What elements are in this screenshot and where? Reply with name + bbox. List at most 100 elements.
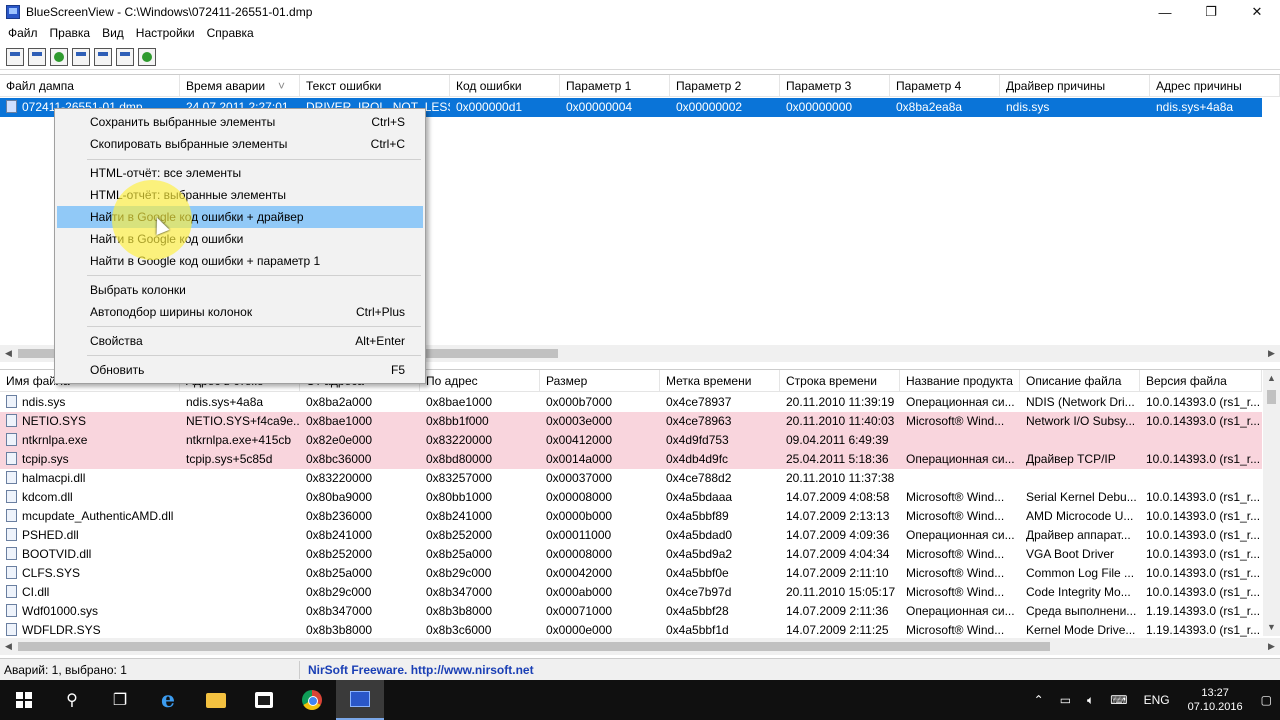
lower-horizontal-scrollbar[interactable]: ◀ ▶ — [0, 638, 1280, 655]
column-to-address[interactable]: По адрес — [420, 370, 540, 392]
column-crash-time[interactable]: Время аварии ˅ — [180, 75, 300, 97]
task-view-icon[interactable]: ❐ — [96, 680, 144, 720]
cell-timestamp: 0x4a5bbf89 — [666, 509, 729, 523]
column-parameter-1[interactable]: Параметр 1 — [560, 75, 670, 97]
file-explorer-icon[interactable] — [192, 680, 240, 720]
language-indicator[interactable]: ENG — [1136, 693, 1178, 707]
maximize-button[interactable]: ❐ — [1188, 0, 1234, 24]
crash-list-header: Файл дампа Время аварии ˅ Текст ошибки Ко… — [0, 75, 1280, 97]
copy-icon[interactable] — [72, 47, 90, 66]
search-icon[interactable]: ⚲ — [48, 680, 96, 720]
cell-timestamp: 0x4d9fd753 — [666, 433, 729, 447]
bluescreenview-taskbar-icon[interactable] — [336, 680, 384, 720]
driver-row[interactable]: ntkrnlpa.exe ntkrnlpa.exe+415cb 0x82e0e000… — [0, 431, 1262, 450]
menu-edit[interactable]: Правка — [44, 26, 97, 40]
menu-help[interactable]: Справка — [201, 26, 260, 40]
driver-row[interactable]: CI.dll 0x8b29c000 0x8b347000 0x000ab000 0x4c… — [0, 583, 1262, 602]
column-file-version[interactable]: Версия файла — [1140, 370, 1262, 392]
cell-time-string: 09.04.2011 6:49:39 — [786, 433, 889, 447]
driver-row[interactable]: PSHED.dll 0x8b241000 0x8b252000 0x00011000 0… — [0, 526, 1262, 545]
menu-item-google-code-param1[interactable]: Найти в Google код ошибки + параметр 1 — [57, 250, 423, 272]
filename-text: ndis.sys — [22, 395, 66, 409]
volume-icon[interactable]: 🔈︎ — [1079, 693, 1102, 708]
properties-icon[interactable] — [6, 47, 24, 66]
menu-item-refresh[interactable]: Обновить F5 — [57, 359, 423, 381]
filename-text: BOOTVID.dll — [22, 547, 92, 561]
exit-icon[interactable] — [138, 47, 156, 66]
cell-from-address: 0x8b241000 — [306, 528, 373, 542]
driver-row[interactable]: CLFS.SYS 0x8b25a000 0x8b29c000 0x00042000 0x… — [0, 564, 1262, 583]
cell-to-address: 0x8b29c000 — [426, 566, 492, 580]
cell-file-version: 10.0.14393.0 (rs1_r... — [1146, 585, 1261, 599]
column-caused-by-address[interactable]: Адрес причины — [1150, 75, 1280, 97]
lower-vscroll-thumb[interactable] — [1267, 390, 1276, 404]
column-bug-check-code[interactable]: Код ошибки — [450, 75, 560, 97]
refresh-icon[interactable] — [50, 47, 68, 66]
column-bug-check-string[interactable]: Текст ошибки — [300, 75, 450, 97]
lower-scroll-thumb[interactable] — [18, 642, 1050, 651]
column-time-string[interactable]: Строка времени — [780, 370, 900, 392]
menu-item-auto-size-columns[interactable]: Автоподбор ширины колонок Ctrl+Plus — [57, 301, 423, 323]
scroll-left-icon[interactable]: ◀ — [0, 638, 17, 655]
menu-item-google-code[interactable]: Найти в Google код ошибки — [57, 228, 423, 250]
driver-row[interactable]: BOOTVID.dll 0x8b252000 0x8b25a000 0x0000800… — [0, 545, 1262, 564]
column-timestamp[interactable]: Метка времени — [660, 370, 780, 392]
menu-item-save-selected[interactable]: Сохранить выбранные элементы Ctrl+S — [57, 111, 423, 133]
driver-row[interactable]: kdcom.dll 0x80ba9000 0x80bb1000 0x00008000 0… — [0, 488, 1262, 507]
column-parameter-4[interactable]: Параметр 4 — [890, 75, 1000, 97]
menu-options[interactable]: Настройки — [130, 26, 201, 40]
column-file-description[interactable]: Описание файла — [1020, 370, 1140, 392]
scroll-down-icon[interactable]: ▼ — [1263, 619, 1280, 636]
column-product-name[interactable]: Название продукта — [900, 370, 1020, 392]
menu-file[interactable]: Файл — [2, 26, 44, 40]
driver-row[interactable]: NETIO.SYS NETIO.SYS+f4ca9e... 0x8bae1000 0x… — [0, 412, 1262, 431]
scroll-up-icon[interactable]: ▲ — [1263, 370, 1280, 387]
notifications-icon[interactable]: ▢ — [1253, 693, 1280, 707]
cell-file-version: 1.19.14393.0 (rs1_r... — [1146, 604, 1261, 618]
html-report-icon[interactable] — [94, 47, 112, 66]
start-button[interactable] — [0, 680, 48, 720]
close-button[interactable]: ✕ — [1234, 0, 1280, 24]
chrome-icon[interactable] — [288, 680, 336, 720]
menu-item-copy-selected[interactable]: Скопировать выбранные элементы Ctrl+C — [57, 133, 423, 155]
save-icon[interactable] — [28, 47, 46, 66]
cell-product-name: Операционная си... — [906, 604, 1015, 618]
menu-item-html-report-selected[interactable]: HTML-отчёт: выбранные элементы — [57, 184, 423, 206]
cell-file-version: 10.0.14393.0 (rs1_r... — [1146, 547, 1261, 561]
cell-address-in-stack: NETIO.SYS+f4ca9e... — [186, 414, 300, 428]
clock[interactable]: 13:27 07.10.2016 — [1178, 686, 1253, 714]
show-hidden-icons-icon[interactable]: ⌃ — [1026, 693, 1052, 707]
scroll-left-icon[interactable]: ◀ — [0, 345, 17, 362]
scroll-right-icon[interactable]: ▶ — [1263, 638, 1280, 655]
column-parameter-3[interactable]: Параметр 3 — [780, 75, 890, 97]
store-icon[interactable] — [240, 680, 288, 720]
cell-file-version: 10.0.14393.0 (rs1_r... — [1146, 452, 1261, 466]
column-dump-file[interactable]: Файл дампа — [0, 75, 180, 97]
driver-row[interactable]: ndis.sys ndis.sys+4a8a 0x8ba2a000 0x8bae100… — [0, 393, 1262, 412]
menu-item-properties[interactable]: Свойства Alt+Enter — [57, 330, 423, 352]
lower-vertical-scrollbar[interactable]: ▲ ▼ — [1263, 370, 1280, 636]
minimize-button[interactable]: — — [1142, 0, 1188, 24]
driver-row[interactable]: tcpip.sys tcpip.sys+5c85d 0x8bc36000 0x8bd8… — [0, 450, 1262, 469]
driver-row[interactable]: Wdf01000.sys 0x8b347000 0x8b3b8000 0x000710… — [0, 602, 1262, 621]
menu-view[interactable]: Вид — [96, 26, 130, 40]
menu-item-google-code-driver[interactable]: Найти в Google код ошибки + драйвер — [57, 206, 423, 228]
column-caused-by-driver[interactable]: Драйвер причины — [1000, 75, 1150, 97]
menu-item-html-report-all[interactable]: HTML-отчёт: все элементы — [57, 162, 423, 184]
edge-browser-icon[interactable]: e — [144, 680, 192, 720]
menu-item-choose-columns[interactable]: Выбрать колонки — [57, 279, 423, 301]
keyboard-icon[interactable]: ⌨ — [1102, 693, 1135, 707]
file-icon — [6, 509, 17, 522]
cell-time-string: 14.07.2009 2:11:36 — [786, 604, 889, 618]
scroll-right-icon[interactable]: ▶ — [1263, 345, 1280, 362]
nirsoft-link[interactable]: NirSoft Freeware. http://www.nirsoft.net — [300, 661, 534, 679]
cell-file-version: 10.0.14393.0 (rs1_r... — [1146, 414, 1261, 428]
find-icon[interactable] — [116, 47, 134, 66]
driver-row[interactable]: halmacpi.dll 0x83220000 0x83257000 0x000370… — [0, 469, 1262, 488]
column-parameter-2[interactable]: Параметр 2 — [670, 75, 780, 97]
cell-time-string: 20.11.2010 11:40:03 — [786, 414, 895, 428]
column-size[interactable]: Размер — [540, 370, 660, 392]
driver-row[interactable]: mcupdate_AuthenticAMD.dll 0x8b236000 0x8b2… — [0, 507, 1262, 526]
cell-from-address: 0x82e0e000 — [306, 433, 373, 447]
network-icon[interactable]: ▭ — [1052, 693, 1079, 707]
